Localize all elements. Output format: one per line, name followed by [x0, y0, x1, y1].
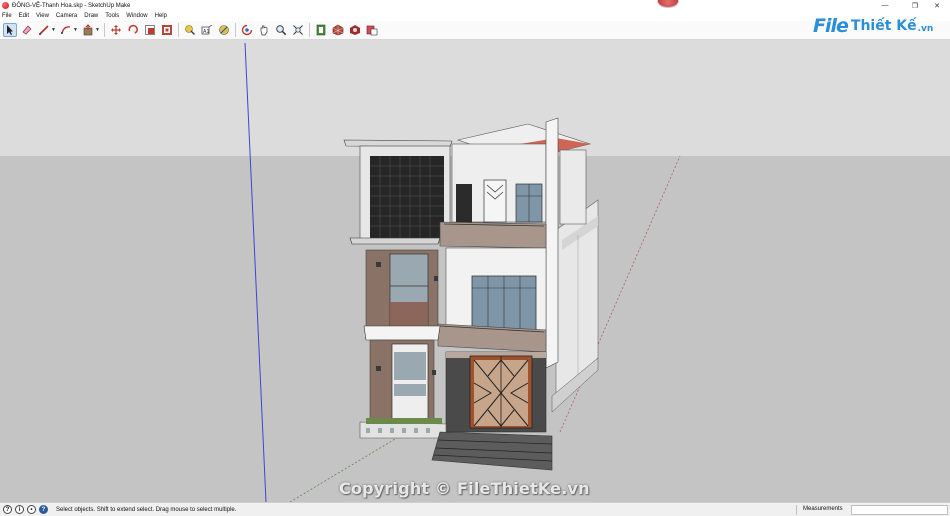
decorative-screen — [370, 156, 444, 240]
line-tool-dropdown-icon[interactable]: ▼ — [51, 23, 56, 37]
svg-text:A1: A1 — [203, 29, 210, 35]
toolbar-separator — [309, 23, 310, 37]
third-floor-door — [483, 179, 507, 223]
brand-logo: File Thiết Kế .vn — [813, 12, 933, 40]
third-floor-dark-window — [456, 184, 472, 224]
menu-bar: File Edit View Camera Draw Tools Window … — [0, 11, 950, 21]
brand-logo-name: Thiết Kế — [850, 18, 917, 34]
second-floor-slab-left — [363, 325, 441, 341]
zoom-extents-tool-icon[interactable] — [291, 23, 305, 37]
geo-location-icon[interactable]: ? — [3, 505, 12, 514]
line-tool-icon[interactable] — [37, 23, 51, 37]
toolbar-separator — [235, 23, 236, 37]
brand-logo-file: File — [813, 15, 849, 37]
zoom-tool-icon[interactable] — [274, 23, 288, 37]
main-toolbar: ▼ ▼ ▼ A1 — [0, 21, 950, 40]
measurements-input[interactable] — [851, 505, 948, 515]
toolbar-separator — [104, 23, 105, 37]
credits-icon[interactable]: i — [15, 505, 24, 514]
model-viewport[interactable] — [0, 40, 950, 502]
menu-edit[interactable]: Edit — [19, 13, 29, 19]
menu-draw[interactable]: Draw — [84, 13, 98, 19]
record-badge-icon — [657, 0, 679, 8]
layout-icon[interactable] — [365, 23, 379, 37]
stair-tower — [559, 149, 587, 225]
rotate-tool-icon[interactable] — [126, 23, 140, 37]
shapes-tool-dropdown-icon[interactable]: ▼ — [73, 23, 78, 37]
brand-logo-tld: .vn — [917, 24, 934, 34]
sketchup-app-icon — [2, 2, 9, 9]
toolbar-separator — [178, 23, 179, 37]
dimension-tool-icon[interactable] — [217, 23, 231, 37]
section-tool-icon[interactable] — [314, 23, 328, 37]
minimize-button[interactable]: — — [872, 0, 898, 11]
measurements-label: Measurements — [803, 506, 843, 512]
third-floor-slab-left — [349, 237, 441, 245]
menu-help[interactable]: Help — [155, 13, 167, 19]
paint-bucket-tool-icon[interactable] — [183, 23, 197, 37]
menu-file[interactable]: File — [2, 13, 12, 19]
extension-warehouse-icon[interactable] — [348, 23, 362, 37]
status-bar: ? i • ? Select objects. Shift to extend … — [0, 502, 950, 516]
copyright-watermark: Copyright © FileThietKe.vn — [339, 479, 590, 498]
tape-measure-tool-icon[interactable]: A1 — [200, 23, 214, 37]
scale-tool-icon[interactable] — [143, 23, 157, 37]
offset-tool-icon[interactable] — [160, 23, 174, 37]
eraser-tool-icon[interactable] — [20, 23, 34, 37]
status-divider — [796, 505, 797, 515]
orbit-tool-icon[interactable] — [240, 23, 254, 37]
user-account-icon[interactable]: • — [27, 505, 36, 514]
front-column — [545, 117, 559, 369]
push-pull-tool-icon[interactable] — [81, 23, 95, 37]
menu-view[interactable]: View — [36, 13, 49, 19]
3d-warehouse-icon[interactable] — [331, 23, 345, 37]
menu-tools[interactable]: Tools — [105, 13, 119, 19]
help-icon[interactable]: ? — [39, 505, 48, 514]
move-tool-icon[interactable] — [109, 23, 123, 37]
window-title: ĐÔNG-VỆ-Thanh Hoa.skp - SketchUp Make — [12, 2, 131, 9]
shapes-tool-icon[interactable] — [59, 23, 73, 37]
title-bar: ĐÔNG-VỆ-Thanh Hoa.skp - SketchUp Make — … — [0, 0, 950, 11]
model-scene — [0, 40, 950, 502]
push-pull-tool-dropdown-icon[interactable]: ▼ — [95, 23, 100, 37]
menu-window[interactable]: Window — [126, 13, 147, 19]
close-button[interactable]: ✕ — [924, 0, 950, 11]
menu-camera[interactable]: Camera — [56, 13, 77, 19]
pan-tool-icon[interactable] — [257, 23, 271, 37]
planter-grass — [366, 418, 442, 424]
status-message: Select objects. Shift to extend select. … — [56, 506, 237, 513]
select-tool-icon[interactable] — [3, 23, 17, 37]
